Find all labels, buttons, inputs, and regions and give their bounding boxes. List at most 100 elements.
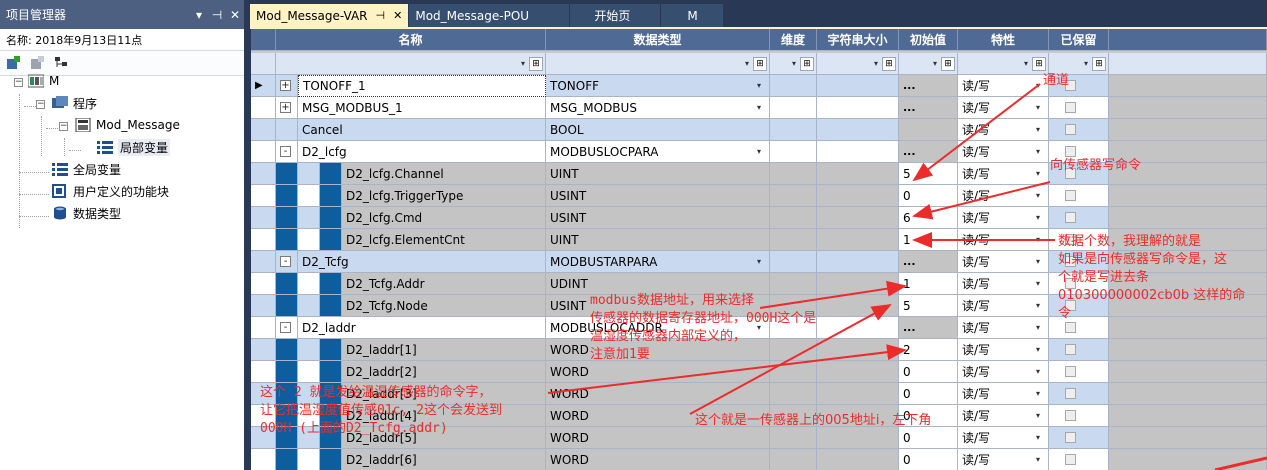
row-selector[interactable] — [251, 229, 276, 251]
column-header-string-size[interactable]: 字符串大小 — [817, 29, 899, 51]
string-size-cell[interactable] — [817, 141, 899, 163]
tree-collapse-toggle[interactable]: − — [36, 100, 45, 109]
string-size-cell[interactable] — [817, 207, 899, 229]
string-size-cell[interactable] — [817, 185, 899, 207]
initial-value-cell[interactable]: 0 — [899, 449, 958, 470]
retain-checkbox[interactable] — [1065, 344, 1076, 355]
filter-icon[interactable]: ⊞ — [1032, 56, 1046, 71]
attribute-cell[interactable]: 读/写 ▾ — [958, 185, 1049, 207]
column-header-dimension[interactable]: 维度 — [770, 29, 817, 51]
tab-mod-message-pou[interactable]: Mod_Message-POU — [409, 4, 570, 27]
variable-name-cell[interactable]: D2_lcfg.ElementCnt — [342, 229, 546, 251]
tree-item-global-vars[interactable]: 全局变量 — [52, 158, 121, 180]
initial-value-cell[interactable]: 1 — [899, 229, 958, 251]
expand-icon[interactable]: + — [280, 80, 291, 91]
dimension-cell[interactable] — [770, 75, 817, 97]
row-selector[interactable] — [251, 141, 276, 163]
dimension-cell[interactable] — [770, 427, 817, 449]
dimension-cell[interactable] — [770, 97, 817, 119]
dimension-cell[interactable] — [770, 251, 817, 273]
attribute-cell[interactable]: 读/写 ▾ — [958, 251, 1049, 273]
filter-attribute[interactable]: ▾ ⊞ — [958, 53, 1049, 75]
initial-value-cell[interactable]: ... — [899, 317, 958, 339]
dropdown-icon[interactable]: ▾ — [1036, 235, 1040, 244]
tree-item-pou[interactable]: Mod_Message — [75, 114, 180, 136]
string-size-cell[interactable] — [817, 427, 899, 449]
dimension-cell[interactable] — [770, 449, 817, 470]
tab-mod-message-var[interactable]: Mod_Message-VAR ⊣ ✕ — [250, 4, 409, 27]
variable-name-cell[interactable]: D2_Tcfg — [298, 251, 546, 273]
dropdown-icon[interactable]: ▾ — [1036, 103, 1040, 112]
retain-checkbox[interactable] — [1065, 102, 1076, 113]
column-header-retain[interactable]: 已保留 — [1049, 29, 1109, 51]
variable-name-cell[interactable]: D2_laddr — [298, 317, 546, 339]
column-header-attribute[interactable]: 特性 — [958, 29, 1049, 51]
tree-item-program[interactable]: 程序 — [52, 92, 97, 114]
retain-checkbox[interactable] — [1065, 432, 1076, 443]
row-selector[interactable] — [251, 339, 276, 361]
dropdown-icon[interactable]: ▾ — [1036, 345, 1040, 354]
dropdown-icon[interactable]: ▾ — [1036, 455, 1040, 464]
string-size-cell[interactable] — [817, 75, 899, 97]
string-size-cell[interactable] — [817, 163, 899, 185]
filter-icon[interactable]: ⊞ — [753, 56, 767, 71]
dimension-cell[interactable] — [770, 119, 817, 141]
data-type-cell[interactable]: UINT — [546, 229, 770, 251]
expand-cell[interactable]: - — [276, 317, 298, 339]
retain-checkbox[interactable] — [1065, 190, 1076, 201]
dropdown-icon[interactable]: ▾ — [1036, 279, 1040, 288]
attribute-cell[interactable]: 读/写 ▾ — [958, 427, 1049, 449]
initial-value-cell[interactable]: 0 — [899, 185, 958, 207]
dropdown-icon[interactable]: ▾ — [1036, 411, 1040, 420]
tree-collapse-toggle[interactable]: − — [14, 78, 23, 87]
dropdown-icon[interactable]: ▾ — [757, 81, 761, 90]
data-type-cell[interactable]: MODBUSTARPARA ▾ — [546, 251, 770, 273]
dropdown-icon[interactable]: ▾ — [1036, 323, 1040, 332]
tree-item-root[interactable]: M — [28, 70, 59, 92]
attribute-cell[interactable]: 读/写 ▾ — [958, 119, 1049, 141]
close-icon[interactable]: ✕ — [393, 9, 402, 22]
variable-name-cell[interactable]: D2_Tcfg.Addr — [342, 273, 546, 295]
retain-checkbox[interactable] — [1065, 322, 1076, 333]
variable-name-cell[interactable]: D2_lcfg.Channel — [342, 163, 546, 185]
attribute-cell[interactable]: 读/写 ▾ — [958, 229, 1049, 251]
initial-value-cell[interactable]: 5 — [899, 163, 958, 185]
retain-checkbox[interactable] — [1065, 212, 1076, 223]
dimension-cell[interactable] — [770, 141, 817, 163]
table-row[interactable]: Cancel BOOL 读/写 ▾ — [251, 119, 1267, 141]
collapse-icon[interactable]: - — [280, 256, 291, 267]
dropdown-icon[interactable]: ▾ — [1036, 169, 1040, 178]
retain-checkbox[interactable] — [1065, 410, 1076, 421]
row-selector[interactable] — [251, 251, 276, 273]
retain-cell[interactable] — [1049, 339, 1109, 361]
retain-checkbox[interactable] — [1065, 124, 1076, 135]
table-row[interactable]: D2_lcfg.TriggerType USINT 0 读/写 ▾ — [251, 185, 1267, 207]
row-selector[interactable] — [251, 361, 276, 383]
filter-string-size[interactable]: ▾ ⊞ — [817, 53, 899, 75]
attribute-cell[interactable]: 读/写 ▾ — [958, 361, 1049, 383]
attribute-cell[interactable]: 读/写 ▾ — [958, 163, 1049, 185]
filter-icon[interactable]: ⊞ — [1092, 56, 1106, 71]
initial-value-cell[interactable]: ... — [899, 75, 958, 97]
dropdown-icon[interactable]: ▾ — [1036, 389, 1040, 398]
row-selector[interactable] — [251, 97, 276, 119]
variable-name-cell[interactable]: D2_lcfg.Cmd — [342, 207, 546, 229]
pin-icon[interactable]: ⊣ — [208, 8, 226, 22]
data-type-cell[interactable]: TONOFF ▾ — [546, 75, 770, 97]
add-item-icon[interactable] — [4, 54, 22, 72]
dimension-cell[interactable] — [770, 229, 817, 251]
retain-cell[interactable] — [1049, 361, 1109, 383]
row-selector[interactable] — [251, 273, 276, 295]
data-type-cell[interactable]: MSG_MODBUS ▾ — [546, 97, 770, 119]
dropdown-icon[interactable]: ▾ — [757, 103, 761, 112]
string-size-cell[interactable] — [817, 229, 899, 251]
expand-cell[interactable]: + — [276, 97, 298, 119]
retain-checkbox[interactable] — [1065, 388, 1076, 399]
retain-cell[interactable] — [1049, 119, 1109, 141]
initial-value-cell[interactable]: 6 — [899, 207, 958, 229]
row-selector[interactable] — [251, 449, 276, 470]
string-size-cell[interactable] — [817, 383, 899, 405]
filter-dimension[interactable]: ▾ ⊞ — [770, 53, 817, 75]
initial-value-cell[interactable]: 5 — [899, 295, 958, 317]
row-selector[interactable] — [251, 207, 276, 229]
